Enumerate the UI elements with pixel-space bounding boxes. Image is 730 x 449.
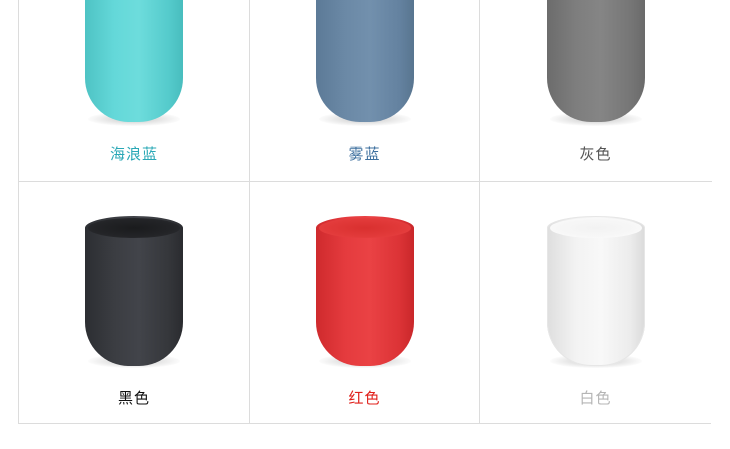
color-option-white[interactable]: 白色	[480, 182, 711, 423]
cup-rim	[549, 218, 642, 238]
cup-image	[315, 0, 414, 122]
cup-body	[315, 216, 414, 366]
color-label: 黑色	[117, 389, 150, 407]
color-label: 海浪蓝	[109, 145, 158, 163]
cup-body	[85, 0, 183, 122]
color-option-red[interactable]: 红色	[250, 182, 479, 423]
color-options-grid: 海浪蓝 雾蓝 灰色 黑色 红色 白色	[18, 0, 712, 424]
color-label: 灰色	[579, 145, 612, 163]
cup-image	[546, 0, 645, 122]
cup-image	[85, 0, 183, 122]
cup-rim	[88, 218, 180, 238]
cup-image	[315, 216, 414, 366]
color-option-gray[interactable]: 灰色	[480, 0, 711, 181]
color-option-mist-blue[interactable]: 雾蓝	[250, 0, 479, 181]
color-option-black[interactable]: 黑色	[19, 182, 249, 423]
cup-body	[546, 216, 645, 366]
color-label: 白色	[579, 389, 612, 407]
cup-body	[315, 0, 414, 122]
color-label: 红色	[348, 389, 381, 407]
cup-rim	[318, 218, 411, 238]
cup-image	[546, 216, 645, 366]
cup-body	[546, 0, 645, 122]
cup-body	[85, 216, 183, 366]
cup-image	[85, 216, 183, 366]
color-label: 雾蓝	[348, 145, 381, 163]
color-option-sea-blue[interactable]: 海浪蓝	[19, 0, 249, 181]
